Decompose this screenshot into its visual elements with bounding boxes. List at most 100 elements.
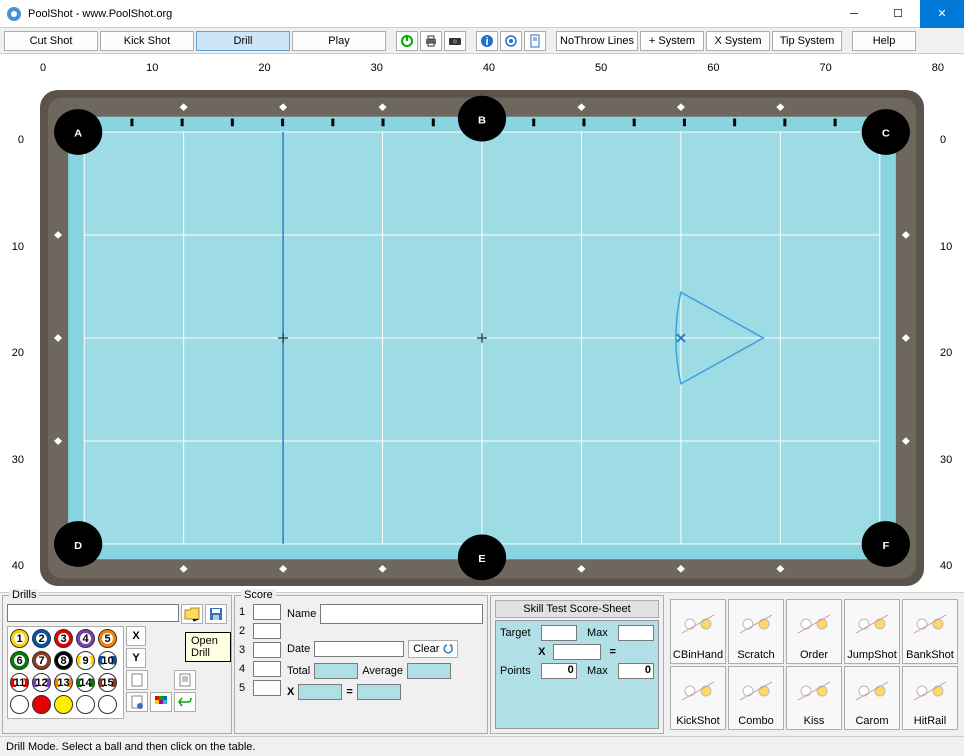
skilltest-header[interactable]: Skill Test Score-Sheet [495, 600, 659, 618]
shot-scratch-button[interactable]: Scratch [728, 599, 784, 664]
shot-combo-button[interactable]: Combo [728, 666, 784, 731]
tipsystem-button[interactable]: Tip System [772, 31, 842, 51]
help-button[interactable]: Help [852, 31, 916, 51]
x-coord-button[interactable]: X [126, 626, 146, 646]
shot-bankshot-button[interactable]: BankShot [902, 599, 958, 664]
open-drill-tooltip: Open Drill [185, 632, 231, 662]
app-icon [6, 6, 22, 22]
shot-hitrail-button[interactable]: HitRail [902, 666, 958, 731]
points-max-label: Max [587, 665, 608, 677]
ball-extra-18[interactable] [76, 695, 95, 714]
kickshot-button[interactable]: Kick Shot [100, 31, 194, 51]
drill-name-input[interactable] [7, 604, 179, 622]
maximize-button[interactable]: ☐ [876, 0, 920, 28]
skill-x-input[interactable] [553, 644, 601, 660]
ball-5[interactable]: 5 [98, 629, 117, 648]
shot-kickshot-button[interactable]: KickShot [670, 666, 726, 731]
ball-extra-19[interactable] [98, 695, 117, 714]
score-row-4-input[interactable] [253, 661, 281, 677]
ball-2[interactable]: 2 [32, 629, 51, 648]
skilltest-panel: Skill Test Score-Sheet Target Max X = Po… [490, 595, 664, 734]
ball-10[interactable]: 10 [98, 651, 117, 670]
points-max-value: 0 [618, 663, 654, 679]
svg-text:E: E [478, 553, 485, 565]
svg-text:A: A [74, 128, 82, 140]
date-input[interactable] [314, 641, 404, 657]
name-input[interactable] [320, 604, 483, 624]
color-grid-icon[interactable] [150, 692, 172, 712]
ruler-left: 010203040 [4, 134, 24, 572]
ball-3[interactable]: 3 [54, 629, 73, 648]
target-label: Target [500, 627, 531, 639]
average-label: Average [362, 665, 403, 677]
clear-button[interactable]: Clear [408, 640, 458, 658]
ball-7[interactable]: 7 [32, 651, 51, 670]
svg-text:B: B [478, 115, 486, 127]
shot-kiss-button[interactable]: Kiss [786, 666, 842, 731]
target-input[interactable] [541, 625, 577, 641]
score-row-1-input[interactable] [253, 604, 281, 620]
score-row-5-input[interactable] [253, 680, 281, 696]
ball-4[interactable]: 4 [76, 629, 95, 648]
ball-9[interactable]: 9 [76, 651, 95, 670]
camera-icon[interactable] [444, 31, 466, 51]
ball-12[interactable]: 12 [32, 673, 51, 692]
shot-cbinhand-button[interactable]: CBinHand [670, 599, 726, 664]
shot-carom-button[interactable]: Carom [844, 666, 900, 731]
ball-14[interactable]: 14 [76, 673, 95, 692]
ball-13[interactable]: 13 [54, 673, 73, 692]
skill-max-label: Max [587, 627, 608, 639]
page-edit-icon[interactable] [126, 692, 148, 712]
ball-extra-15[interactable] [10, 695, 29, 714]
cutshot-button[interactable]: Cut Shot [4, 31, 98, 51]
skill-eq-label: = [609, 646, 615, 658]
play-button[interactable]: Play [292, 31, 386, 51]
shot-jumpshot-button[interactable]: JumpShot [844, 599, 900, 664]
ruler-right: 010203040 [940, 134, 960, 572]
ball-extra-17[interactable] [54, 695, 73, 714]
score-row-2-input[interactable] [253, 623, 281, 639]
pool-table-area[interactable]: 01020304050607080 010203040 010203040 [0, 54, 964, 592]
y-coord-button[interactable]: Y [126, 648, 146, 668]
target-max-input[interactable] [618, 625, 654, 641]
ball-palette[interactable]: 123456789101112131415 [7, 626, 124, 719]
ball-extra-16[interactable] [32, 695, 51, 714]
info-icon[interactable]: i [476, 31, 498, 51]
open-drill-button[interactable] [181, 604, 203, 624]
drills-title: Drills [9, 589, 39, 601]
ball-1[interactable]: 1 [10, 629, 29, 648]
close-button[interactable]: ✕ [920, 0, 964, 28]
ball-11[interactable]: 11 [10, 673, 29, 692]
minimize-button[interactable]: ─ [832, 0, 876, 28]
ball-8[interactable]: 8 [54, 651, 73, 670]
undo-icon[interactable] [174, 692, 196, 712]
print-icon[interactable] [420, 31, 442, 51]
list-icon[interactable] [174, 670, 196, 690]
power-icon[interactable] [396, 31, 418, 51]
plussystem-button[interactable]: + System [640, 31, 704, 51]
window-title: PoolShot - www.PoolShot.org [28, 8, 832, 20]
main-toolbar: Cut Shot Kick Shot Drill Play i NoThrow … [0, 28, 964, 54]
new-page-icon[interactable] [126, 670, 148, 690]
date-label: Date [287, 643, 310, 655]
page-icon[interactable] [524, 31, 546, 51]
xsystem-button[interactable]: X System [706, 31, 770, 51]
score-row-3-input[interactable] [253, 642, 281, 658]
score-panel: Score 12345 Name Date Clear Total Averag… [234, 595, 488, 734]
gear-icon[interactable] [500, 31, 522, 51]
shot-order-button[interactable]: Order [786, 599, 842, 664]
points-label: Points [500, 665, 531, 677]
score-x-label: X [287, 686, 294, 698]
ball-6[interactable]: 6 [10, 651, 29, 670]
svg-text:C: C [882, 128, 890, 140]
save-drill-button[interactable] [205, 604, 227, 624]
score-title: Score [241, 589, 276, 601]
svg-text:F: F [882, 540, 889, 552]
score-eq-label: = [346, 686, 352, 698]
nothrow-button[interactable]: NoThrow Lines [556, 31, 638, 51]
ball-15[interactable]: 15 [98, 673, 117, 692]
points-value: 0 [541, 663, 577, 679]
eq-value [357, 684, 401, 700]
pool-table-svg[interactable]: ABCDEF [40, 90, 924, 586]
drill-button[interactable]: Drill [196, 31, 290, 51]
